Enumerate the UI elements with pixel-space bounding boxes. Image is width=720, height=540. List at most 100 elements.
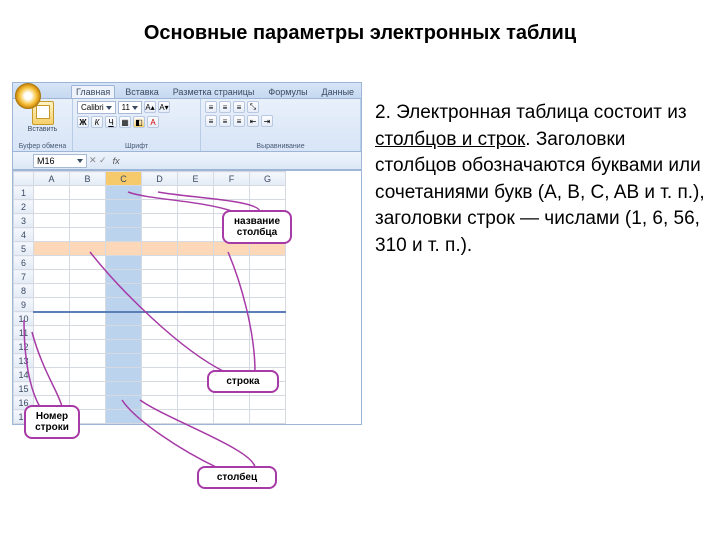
cell[interactable] (142, 410, 178, 424)
cell[interactable] (106, 354, 142, 368)
cell[interactable] (178, 326, 214, 340)
cell[interactable] (70, 368, 106, 382)
tab-data[interactable]: Данные (318, 86, 359, 98)
cell[interactable] (250, 298, 286, 312)
indent-dec-icon[interactable]: ⇤ (247, 115, 259, 127)
tab-formulas[interactable]: Формулы (264, 86, 311, 98)
cell[interactable] (250, 312, 286, 326)
cell[interactable] (250, 410, 286, 424)
align-right-icon[interactable]: ≡ (233, 115, 245, 127)
column-header[interactable]: A (34, 172, 70, 186)
cell[interactable] (178, 270, 214, 284)
cell[interactable] (34, 270, 70, 284)
cell[interactable] (214, 284, 250, 298)
italic-icon[interactable]: К (91, 116, 103, 128)
align-center-icon[interactable]: ≡ (219, 115, 231, 127)
cell[interactable] (106, 396, 142, 410)
cell[interactable] (106, 200, 142, 214)
cell[interactable] (142, 284, 178, 298)
cell[interactable] (142, 312, 178, 326)
cell[interactable] (34, 200, 70, 214)
cell[interactable] (106, 256, 142, 270)
cell[interactable] (250, 354, 286, 368)
cell[interactable] (142, 354, 178, 368)
cell[interactable] (34, 228, 70, 242)
cell[interactable] (106, 312, 142, 326)
tab-layout[interactable]: Разметка страницы (169, 86, 259, 98)
row-header[interactable]: 12 (14, 340, 34, 354)
cell[interactable] (70, 270, 106, 284)
cell[interactable] (214, 326, 250, 340)
cell[interactable] (70, 312, 106, 326)
cell[interactable] (34, 242, 70, 256)
row-header[interactable]: 4 (14, 228, 34, 242)
cell[interactable] (178, 354, 214, 368)
cell[interactable] (250, 326, 286, 340)
cell[interactable] (178, 396, 214, 410)
cell[interactable] (142, 186, 178, 200)
row-header[interactable]: 1 (14, 186, 34, 200)
align-top-icon[interactable]: ≡ (205, 101, 217, 113)
row-header[interactable]: 9 (14, 298, 34, 312)
column-header[interactable]: D (142, 172, 178, 186)
cell[interactable] (106, 326, 142, 340)
cell[interactable] (34, 298, 70, 312)
office-button-icon[interactable] (15, 83, 41, 109)
row-header[interactable]: 7 (14, 270, 34, 284)
column-header[interactable]: E (178, 172, 214, 186)
cell[interactable] (214, 312, 250, 326)
cell[interactable] (70, 186, 106, 200)
row-header[interactable]: 14 (14, 368, 34, 382)
cell[interactable] (106, 382, 142, 396)
cell[interactable] (34, 256, 70, 270)
cell[interactable] (178, 214, 214, 228)
cell[interactable] (70, 228, 106, 242)
ribbon-tabs[interactable]: Главная Вставка Разметка страницы Формул… (39, 83, 358, 98)
align-bot-icon[interactable]: ≡ (233, 101, 245, 113)
column-header[interactable]: B (70, 172, 106, 186)
cell[interactable] (214, 340, 250, 354)
cell[interactable] (70, 354, 106, 368)
underline-icon[interactable]: Ч (105, 116, 117, 128)
cell[interactable] (178, 256, 214, 270)
cell[interactable] (178, 284, 214, 298)
cell[interactable] (178, 312, 214, 326)
name-box[interactable]: M16 (33, 154, 87, 168)
cell[interactable] (142, 340, 178, 354)
cell[interactable] (214, 354, 250, 368)
row-header[interactable]: 8 (14, 284, 34, 298)
row-header[interactable]: 13 (14, 354, 34, 368)
cell[interactable] (106, 340, 142, 354)
cell[interactable] (34, 284, 70, 298)
cell[interactable] (106, 270, 142, 284)
cell[interactable] (106, 298, 142, 312)
cell[interactable] (34, 354, 70, 368)
row-header[interactable]: 6 (14, 256, 34, 270)
cell[interactable] (142, 326, 178, 340)
cell[interactable] (178, 410, 214, 424)
cell[interactable] (106, 284, 142, 298)
cell[interactable] (142, 396, 178, 410)
cell[interactable] (214, 410, 250, 424)
fill-icon[interactable]: ◧ (133, 116, 145, 128)
cell[interactable] (106, 186, 142, 200)
cell[interactable] (34, 340, 70, 354)
bold-icon[interactable]: Ж (77, 116, 89, 128)
row-header[interactable]: 2 (14, 200, 34, 214)
select-all-corner[interactable] (14, 172, 34, 186)
cell[interactable] (178, 186, 214, 200)
border-icon[interactable]: ▦ (119, 116, 131, 128)
cell[interactable] (142, 368, 178, 382)
cell[interactable] (214, 256, 250, 270)
cell[interactable] (70, 214, 106, 228)
cell[interactable] (34, 186, 70, 200)
row-header[interactable]: 15 (14, 382, 34, 396)
cell[interactable] (106, 228, 142, 242)
font-size-select[interactable]: 11 (118, 101, 142, 114)
cell[interactable] (106, 242, 142, 256)
cell[interactable] (250, 284, 286, 298)
cell[interactable] (250, 340, 286, 354)
cell[interactable] (70, 284, 106, 298)
cell[interactable] (34, 326, 70, 340)
cell[interactable] (70, 200, 106, 214)
